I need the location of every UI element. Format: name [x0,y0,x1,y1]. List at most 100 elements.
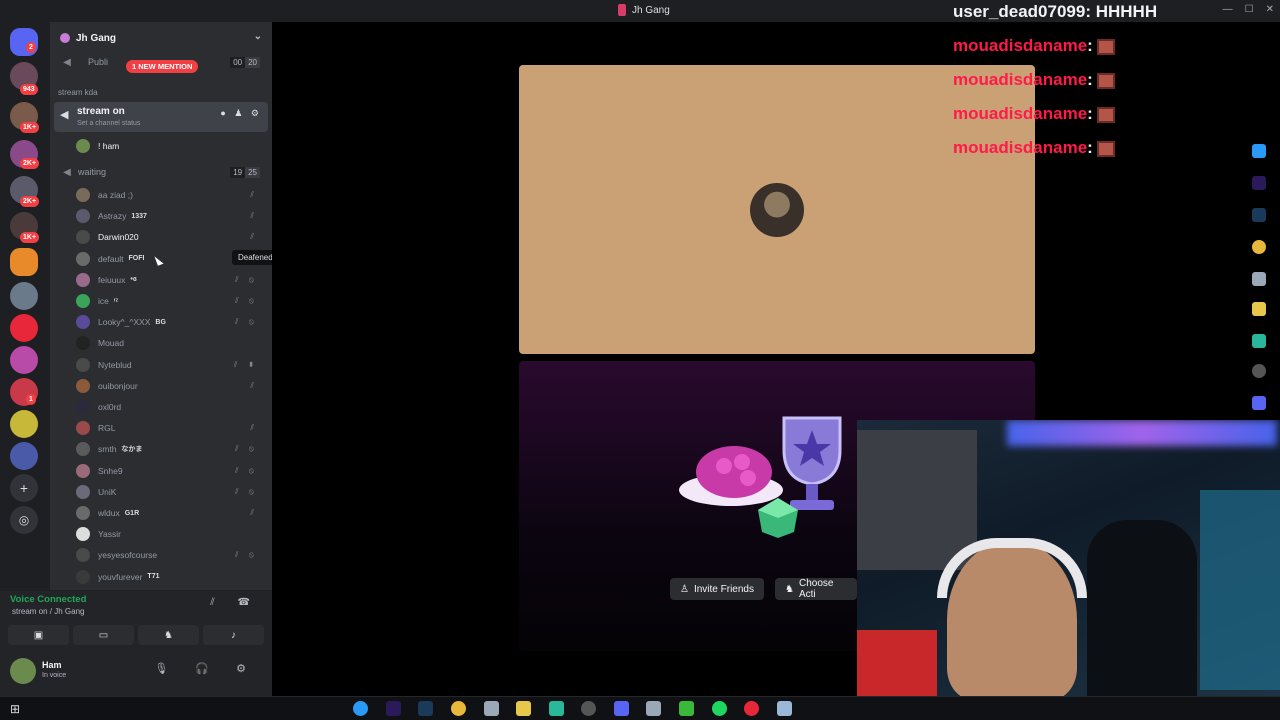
app-icon[interactable] [1252,334,1266,348]
folder-icon[interactable] [516,701,531,716]
folder-icon[interactable] [1252,302,1266,316]
member-tag: •ɞ [130,276,137,284]
voice-member[interactable]: Yassir [76,524,268,544]
voice-panel: Voice Connected stream on / Jh Gang ⫽ ☎ … [0,590,272,650]
channel-sidebar: Jh Gang ⌄ ◀ Publi 00 20 1 NEW MENTION str… [50,22,272,590]
nvidia-icon[interactable] [679,701,694,716]
voice-controls[interactable]: ⫽ ☎ [210,597,260,608]
voice-member[interactable]: yesyesofcourse ⫽ ⦸ [76,545,268,565]
muted-deafened-icon: ⫽ [250,423,258,433]
opera-icon[interactable] [744,701,759,716]
voice-member[interactable]: youvfurever T71 [76,567,268,587]
chrome-icon[interactable] [1252,240,1266,254]
category-stream-kda[interactable]: stream kda [58,88,98,97]
choose-activity-button[interactable]: ♞ Choose Acti [775,578,857,600]
user-status: In voice [42,672,67,679]
voice-member[interactable]: Mouad [76,333,268,353]
add-server-icon[interactable]: + [10,474,38,502]
minimize-button[interactable]: — [1223,4,1233,15]
new-mention-badge[interactable]: 1 NEW MENTION [126,60,199,73]
muted-deafened-icon: ⫽ ⦸ [234,550,258,560]
voice-location[interactable]: stream on / Jh Gang [12,607,84,616]
app-icon[interactable] [646,701,661,716]
voice-member[interactable]: Snhe9 ⫽ ⦸ [76,461,268,481]
voice-member[interactable]: smth なかま ⫽ ⦸ [76,439,268,459]
user-controls[interactable]: 🎙 🎧 ⚙ [154,662,258,675]
app-icon[interactable] [484,701,499,716]
chrome-icon[interactable] [451,701,466,716]
member-name: aa ziad ;) [98,190,133,200]
edge-icon[interactable] [353,701,368,716]
chevron-down-icon[interactable]: ⌄ [254,31,262,42]
member-name: Nyteblud [98,359,132,370]
obs-icon[interactable] [1252,364,1266,378]
soundboard-button[interactable]: ♪ [203,625,264,645]
premiere-icon[interactable] [386,701,401,716]
steam-icon[interactable] [418,701,433,716]
voice-member[interactable]: ! ham [76,136,268,156]
server-badge: 1K+ [20,122,40,133]
member-name: ouibonjour [98,380,138,391]
steam-icon[interactable] [1252,208,1266,222]
guild-icon [60,33,70,43]
edge-icon[interactable] [1252,144,1266,158]
user-count: 19 25 [230,166,260,178]
channel-waiting[interactable]: ◀ waiting 19 25 [50,162,272,182]
voice-member[interactable]: Darwin020 ⫽ [76,227,268,247]
screen-share-button[interactable]: ▭ [73,625,134,645]
discord-icon[interactable] [1252,396,1266,410]
avatar[interactable] [10,658,36,684]
muted-deafened-icon: ⫽ ⦸ [234,465,258,475]
channel-stream-on[interactable]: ◀ stream on Set a channel status ● ♟ ⚙ [54,102,268,132]
server-icon[interactable] [10,314,38,342]
member-name: smth [98,444,117,455]
server-icon[interactable] [10,410,38,438]
voice-member[interactable]: Nyteblud ⫽ ▮ [76,355,268,375]
premiere-icon[interactable] [1252,176,1266,190]
spotify-icon[interactable] [712,701,727,716]
voice-member[interactable]: UniK ⫽ ⦸ [76,482,268,502]
voice-member[interactable]: ouibonjour ⫽ [76,376,268,396]
camera-off-button[interactable]: ▣ [8,625,69,645]
voice-member[interactable]: Looky^_^XXX BG ⫽ ⦸ [76,312,268,332]
voice-member[interactable]: RGL ⫽ [76,418,268,438]
server-icon[interactable] [10,248,38,276]
discord-icon[interactable] [614,701,629,716]
avatar [76,527,90,542]
voice-connected-label[interactable]: Voice Connected [10,594,86,605]
app-icon[interactable] [1252,272,1266,286]
speaker-icon: ◀ [63,56,71,68]
voice-member[interactable]: Astrazy 1337 ⫽ [76,206,268,226]
avatar [76,400,90,414]
dice-icon [758,498,798,538]
guild-header[interactable]: Jh Gang ⌄ [50,22,272,54]
windows-start-icon[interactable]: ⊞ [10,702,20,716]
avatar [76,463,90,478]
avatar [76,421,90,436]
member-name: youvfurever [98,571,143,582]
activity-button[interactable]: ♞ [138,625,199,645]
voice-member[interactable]: aa ziad ;) ⫽ [76,185,268,205]
channel-status[interactable]: Set a channel status [77,120,140,127]
voice-member[interactable]: feiuuux •ɞ ⫽ ⦸ [76,270,268,290]
voice-member[interactable]: ice ʳᶻ ⫽ ⦸ [76,291,268,311]
member-name: RGL [98,423,116,434]
server-icon[interactable] [10,282,38,310]
app-icon[interactable] [549,701,564,716]
muted-deafened-icon: ⫽ [250,508,258,517]
discover-icon[interactable]: ◎ [10,506,38,534]
chat-message: mouadisdaname: [953,104,1115,124]
server-badge: 943 [20,84,38,95]
voice-member[interactable]: wldux G1R ⫽ [76,503,268,523]
member-name: Snhe9 [98,465,123,476]
close-button[interactable]: ✕ [1266,4,1274,15]
voice-member[interactable]: oxl0rd [76,397,268,417]
maximize-button[interactable]: ☐ [1245,4,1254,15]
obs-icon[interactable] [581,701,596,716]
muted-deafened-icon: ⫽ [250,190,258,199]
channel-actions[interactable]: ● ♟ ⚙ [220,108,262,119]
server-icon[interactable] [10,442,38,470]
app-icon[interactable] [777,701,792,716]
invite-friends-button[interactable]: ♙ Invite Friends [670,578,764,600]
server-icon[interactable] [10,346,38,374]
